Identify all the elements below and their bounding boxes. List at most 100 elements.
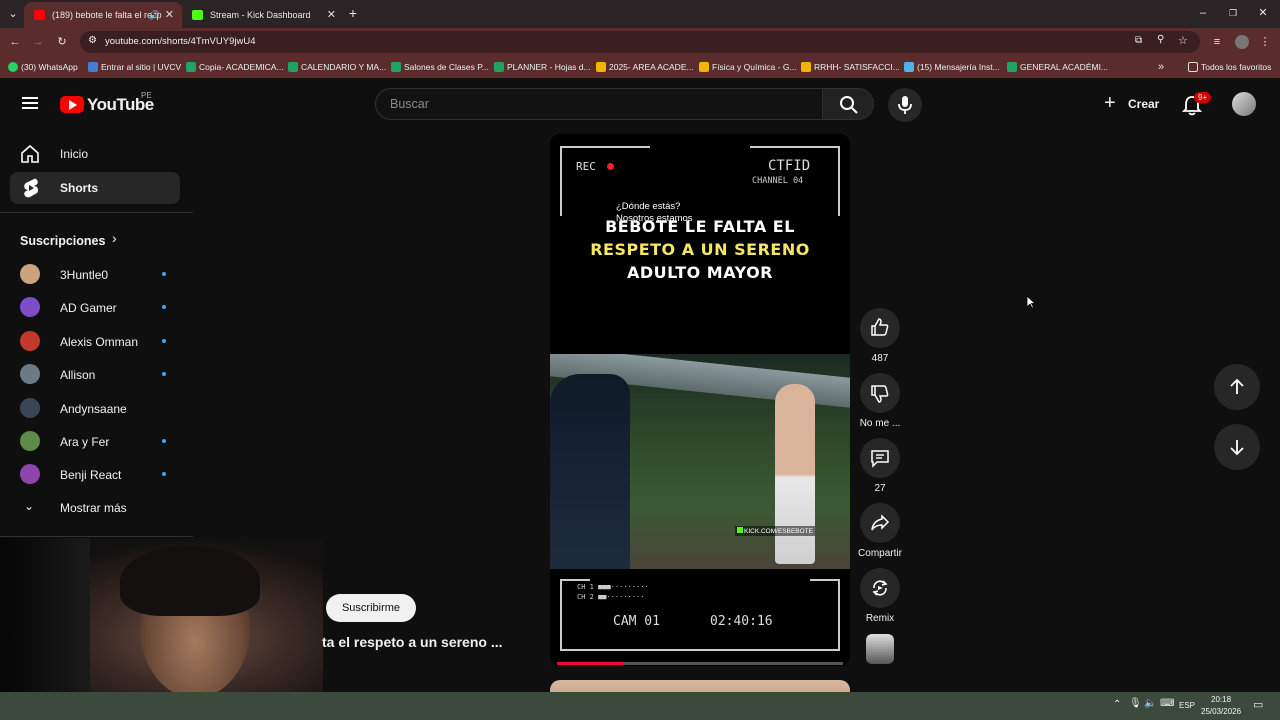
- caption-line-1: BEBOTE LE FALTA EL: [605, 217, 795, 236]
- shorts-video-player[interactable]: REC CTFID CHANNEL 04 ¿Dónde estás? Nosot…: [550, 134, 850, 666]
- chevron-down-icon: ⌄: [24, 499, 35, 513]
- person-guard: [550, 374, 630, 569]
- ctfid-label: CTFID: [768, 158, 811, 174]
- bookmark-item[interactable]: RRHH- SATISFACCI...: [801, 56, 900, 78]
- bookmark-item[interactable]: 2025- AREA ACADE...: [596, 56, 694, 78]
- bookmark-item[interactable]: Entrar al sitio | UVCV: [88, 56, 181, 78]
- tray-chevron-icon[interactable]: ⌃: [1113, 699, 1121, 710]
- youtube-play-icon: [60, 96, 84, 113]
- channel-name: AD Gamer: [60, 301, 117, 316]
- share-label: Compartir: [858, 548, 902, 559]
- bookmark-star-icon[interactable]: ☆: [1178, 34, 1188, 47]
- rec-dot-icon: [606, 163, 614, 170]
- bookmark-item[interactable]: GENERAL ACADÉMI...: [1007, 56, 1108, 78]
- forward-icon[interactable]: →: [31, 35, 45, 49]
- tab-title: Stream - Kick Dashboard: [210, 10, 311, 20]
- subscription-item[interactable]: Ara y Fer: [20, 427, 180, 457]
- speaker-icon[interactable]: 🔈: [1144, 698, 1156, 709]
- timecode: 02:40:16: [710, 614, 773, 629]
- dislike-button[interactable]: [860, 373, 900, 413]
- bookmark-item[interactable]: Copia- ACADEMICA...: [186, 56, 284, 78]
- shield-icon: [88, 62, 98, 72]
- subscription-item[interactable]: Andynsaane: [20, 394, 180, 424]
- next-short-button[interactable]: [1214, 424, 1260, 470]
- new-content-dot: [162, 472, 166, 477]
- notifications-button[interactable]: 9+: [1180, 92, 1212, 120]
- channel-name: Benji React: [60, 468, 122, 483]
- site-info-icon[interactable]: ⚙: [88, 35, 97, 46]
- minimize-icon[interactable]: –: [1196, 6, 1210, 20]
- sidebar-item-shorts[interactable]: Shorts: [10, 172, 180, 204]
- search-input[interactable]: Buscar: [375, 88, 823, 120]
- subscription-item[interactable]: AD Gamer: [20, 293, 180, 323]
- clock-date[interactable]: 25/03/2026: [1201, 707, 1241, 716]
- clock-time[interactable]: 20:18: [1211, 695, 1231, 704]
- channel-avatar: [20, 431, 40, 451]
- folder-icon: [1188, 62, 1198, 72]
- subscriptions-heading[interactable]: Suscripciones ›: [20, 230, 117, 250]
- more-bookmarks-icon[interactable]: »: [1154, 60, 1168, 74]
- back-icon[interactable]: ←: [8, 35, 22, 49]
- messenger-icon: [904, 62, 914, 72]
- restore-icon[interactable]: ❐: [1226, 6, 1240, 20]
- search-button[interactable]: [822, 88, 874, 120]
- new-tab-icon[interactable]: +: [346, 6, 360, 20]
- level-meter-icon: ■■·········: [598, 593, 645, 601]
- comments-button[interactable]: [860, 438, 900, 478]
- network-icon[interactable]: ⌨: [1160, 698, 1174, 709]
- reload-icon[interactable]: ↻: [55, 35, 69, 49]
- thumbs-up-icon: [871, 318, 889, 336]
- close-window-icon[interactable]: ✕: [1256, 6, 1270, 20]
- bookmark-item[interactable]: Salones de Clases P...: [391, 56, 489, 78]
- tab-kick[interactable]: Stream - Kick Dashboard ✕: [182, 2, 344, 28]
- audio-source-avatar[interactable]: [866, 634, 894, 664]
- new-content-dot: [162, 272, 166, 276]
- show-more-button[interactable]: ⌄ Mostrar más: [20, 493, 180, 523]
- bookmark-item[interactable]: CALENDARIO Y MA...: [288, 56, 386, 78]
- close-tab-icon[interactable]: ✕: [165, 2, 174, 28]
- voice-search-button[interactable]: [888, 88, 922, 122]
- menu-icon[interactable]: [22, 97, 38, 109]
- media-controls-icon[interactable]: ≡: [1210, 35, 1224, 49]
- subscription-item[interactable]: 3Huntle0: [20, 260, 180, 290]
- all-favorites[interactable]: Todos los favoritos: [1188, 56, 1271, 78]
- account-avatar[interactable]: [1232, 92, 1256, 116]
- share-icon: [871, 514, 890, 531]
- comment-icon: [871, 450, 889, 468]
- subscribe-button[interactable]: Suscribirme: [326, 594, 416, 622]
- cam-label: CAM 01: [613, 614, 660, 629]
- bookmark-item[interactable]: PLANNER - Hojas d...: [494, 56, 591, 78]
- install-icon[interactable]: ⧉: [1135, 35, 1142, 46]
- camera-frame-corner: [810, 579, 840, 581]
- channel-avatar: [20, 330, 40, 351]
- omnibox[interactable]: ⚙ youtube.com/shorts/4TmVUY9jwU4 ⧉ ⚲ ☆: [80, 31, 1200, 53]
- drive-icon: [699, 62, 709, 72]
- bookmark-item[interactable]: (15) Mensajería Inst...: [904, 56, 1000, 78]
- subscription-item[interactable]: Alexis Omman: [20, 327, 180, 357]
- remix-button[interactable]: [860, 568, 900, 608]
- zoom-icon[interactable]: ⚲: [1157, 34, 1164, 45]
- subscription-item[interactable]: Allison: [20, 360, 180, 390]
- profile-avatar[interactable]: [1235, 35, 1249, 49]
- close-tab-icon[interactable]: ✕: [327, 2, 336, 28]
- share-button[interactable]: [860, 503, 900, 543]
- sheets-icon: [186, 62, 196, 72]
- progress-fill: [557, 662, 623, 665]
- tab-youtube[interactable]: (189) bebote le falta el resp 🔊 ✕: [24, 2, 182, 28]
- browser-tab-strip: ⌄ (189) bebote le falta el resp 🔊 ✕ Stre…: [0, 0, 1280, 28]
- tab-list-icon[interactable]: ⌄: [6, 7, 20, 21]
- bookmark-item[interactable]: (30) WhatsApp: [8, 56, 78, 78]
- previous-short-button[interactable]: [1214, 364, 1260, 410]
- short-title: ta el respeto a un sereno ...: [322, 634, 503, 650]
- sidebar-item-home[interactable]: Inicio: [10, 138, 180, 170]
- microphone-tray-icon[interactable]: 🎙: [1129, 698, 1142, 709]
- sheets-icon: [494, 62, 504, 72]
- browser-menu-icon[interactable]: ⋮: [1258, 35, 1272, 49]
- bookmark-item[interactable]: Física y Química - G...: [699, 56, 797, 78]
- subscription-item[interactable]: Benji React: [20, 460, 180, 490]
- language-indicator[interactable]: ESP: [1179, 701, 1195, 710]
- like-button[interactable]: [860, 308, 900, 348]
- notifications-tray-icon[interactable]: ▭: [1253, 698, 1263, 711]
- create-button[interactable]: + Crear: [1098, 90, 1162, 120]
- progress-track[interactable]: [557, 662, 843, 665]
